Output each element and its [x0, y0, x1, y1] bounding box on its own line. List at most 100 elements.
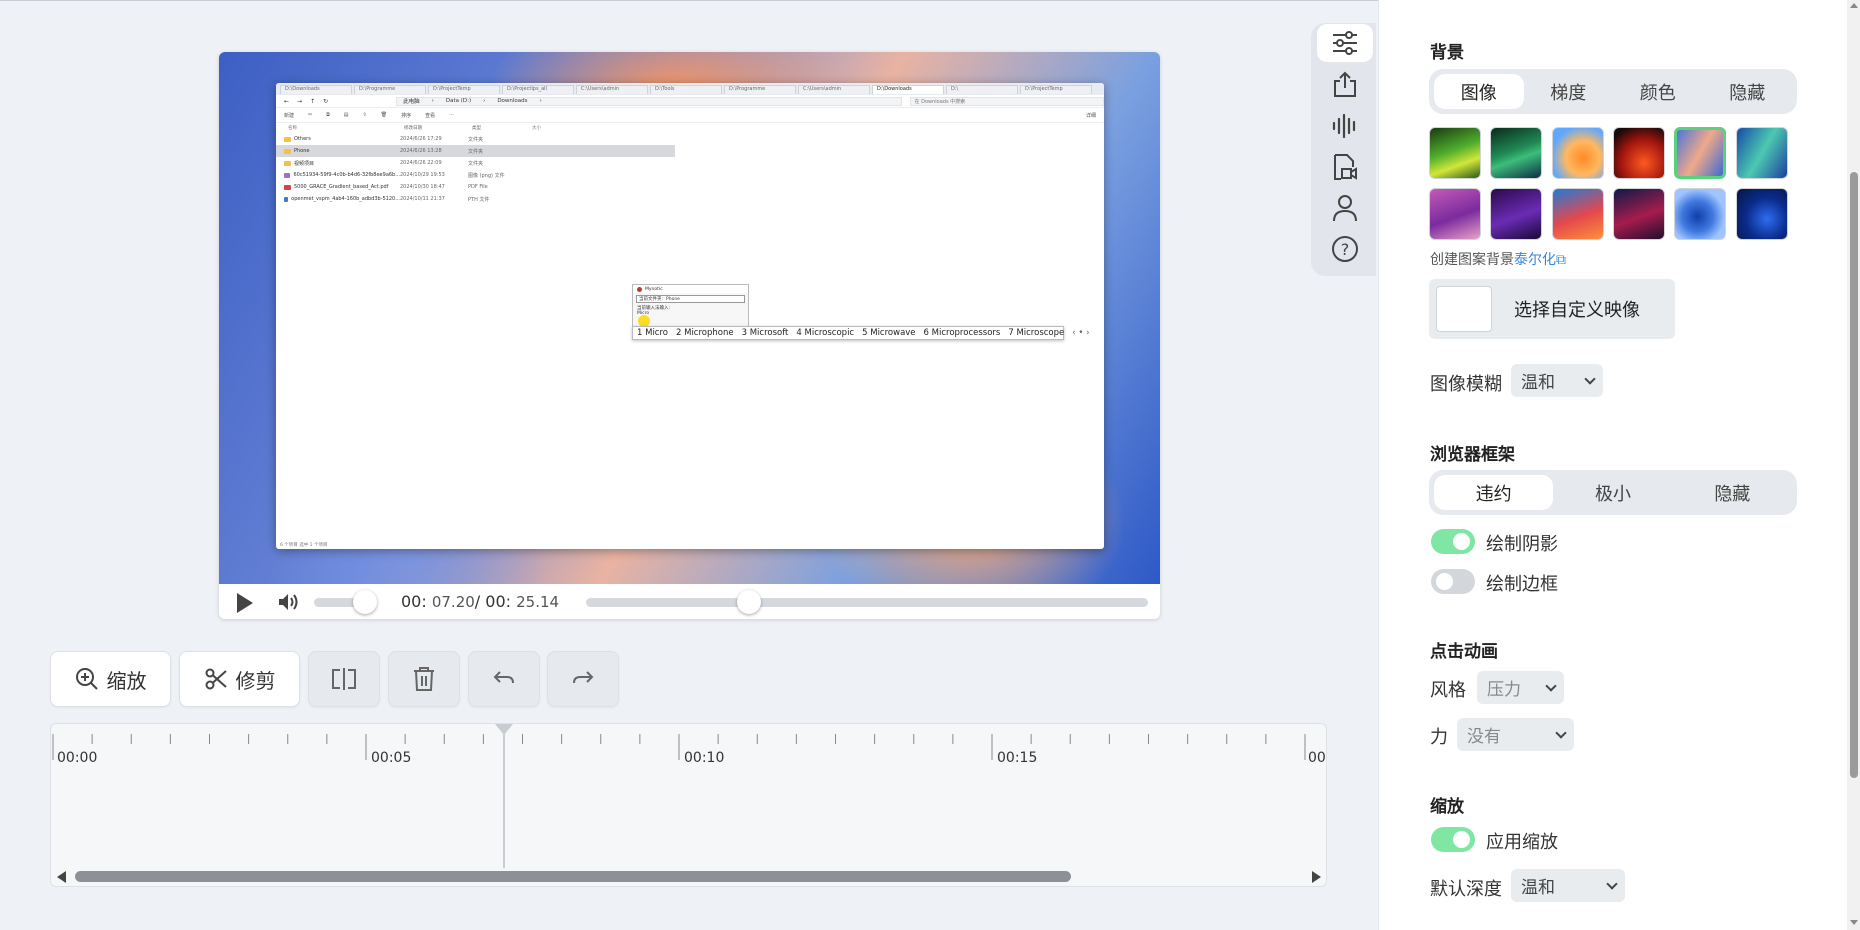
screenshot-new: 新建 — [284, 112, 295, 119]
file-row: 视频项目 2024/6/26 22:09 文件夹 — [276, 157, 1104, 169]
screenshot-tab: D:\Tools — [650, 84, 722, 94]
draw-border-toggle[interactable] — [1431, 569, 1475, 594]
video-preview: D:\Downloads D:\Programme D:\ProjectTemp… — [219, 52, 1160, 619]
pattern-background-link[interactable]: 泰尔化 — [1514, 252, 1556, 268]
export-icon[interactable] — [1317, 66, 1373, 104]
timeline-label: 00: — [1308, 750, 1326, 766]
screenshot-tab: C:\Users\admin — [798, 84, 870, 94]
undo-icon — [493, 671, 514, 684]
choose-custom-image-button[interactable]: 选择自定义映像 — [1429, 279, 1675, 339]
suggestion-item: 7 Microscope — [1008, 328, 1065, 338]
suggestion-item: 6 Microprocessors — [923, 328, 1001, 338]
trim-button[interactable]: 修剪 — [179, 651, 300, 707]
toggle-knob — [1453, 533, 1470, 550]
suggestion-item: 2 Microphone — [676, 328, 734, 338]
volume-slider-handle[interactable] — [353, 590, 377, 614]
screenshot-sort: 排序 — [401, 112, 412, 119]
background-tab-image[interactable]: 图像 — [1434, 74, 1524, 109]
screenshot-tab: D:\ProjectIps_all — [502, 84, 574, 94]
play-icon[interactable] — [237, 593, 253, 613]
wallpaper-thumbnail[interactable] — [1490, 188, 1542, 240]
default-depth-label: 默认深度 — [1430, 879, 1502, 900]
wallpaper-thumbnail[interactable] — [1552, 188, 1604, 240]
toggle-knob — [1453, 831, 1470, 848]
paste-icon: ▤ — [343, 112, 349, 118]
scroll-left-icon[interactable] — [57, 871, 66, 883]
screenshot-tab: D:\ — [946, 84, 1018, 94]
frame-tab-default[interactable]: 违约 — [1434, 475, 1554, 510]
panel-scrollbar-thumb[interactable] — [1850, 172, 1858, 778]
image-blur-value: 温和 — [1521, 373, 1555, 393]
cut-icon: ✂ — [308, 112, 313, 118]
click-style-select[interactable]: 压力 — [1477, 671, 1564, 704]
playhead-line[interactable] — [502, 726, 505, 868]
scroll-right-icon[interactable] — [1312, 871, 1321, 883]
forward-icon: → — [297, 97, 303, 105]
file-name: openmet_vspm_4ab4-160b_adbd3b-5120... — [291, 196, 400, 202]
timeline-label: 00:15 — [997, 750, 1038, 766]
suggestion-item: 3 Microsoft — [741, 328, 789, 338]
back-icon: ← — [284, 97, 290, 105]
screenshot-tab-bar: D:\Downloads D:\Programme D:\ProjectTemp… — [276, 83, 1104, 95]
panel-scrollbar[interactable] — [1847, 0, 1860, 930]
frame-tab-hide[interactable]: 隐藏 — [1673, 475, 1792, 510]
background-tab-hide[interactable]: 隐藏 — [1703, 74, 1793, 109]
wallpaper-thumbnail[interactable] — [1429, 188, 1481, 240]
wallpaper-thumbnail[interactable] — [1736, 188, 1788, 240]
sliders-icon[interactable] — [1317, 24, 1373, 62]
trash-icon — [414, 667, 434, 691]
seek-bar-track[interactable] — [586, 598, 1148, 607]
frame-tab-minimal[interactable]: 极小 — [1553, 475, 1672, 510]
zoom-button[interactable]: 缩放 — [50, 651, 171, 707]
wallpaper-thumbnail[interactable] — [1490, 127, 1542, 179]
pattern-background-row: 创建图案背景泰尔化⧉ — [1430, 249, 1566, 269]
suggestion-nav-icon: ‹ • › — [1072, 328, 1090, 338]
scroll-down-icon[interactable] — [1850, 920, 1858, 925]
wallpaper-thumbnail[interactable] — [1613, 188, 1665, 240]
background-type-segment: 图像 梯度 颜色 隐藏 — [1429, 69, 1797, 114]
click-animation-section-title: 点击动画 — [1430, 642, 1498, 662]
default-depth-select[interactable]: 温和 — [1511, 869, 1625, 902]
video-file-icon[interactable] — [1317, 148, 1373, 186]
wallpaper-thumbnail[interactable] — [1429, 127, 1481, 179]
help-icon[interactable]: ? — [1317, 230, 1373, 268]
suggestion-item: 1 Micro — [637, 328, 668, 338]
wallpaper-thumbnail[interactable] — [1613, 127, 1665, 179]
current-time-seconds: 07.20 — [431, 593, 475, 611]
user-icon[interactable] — [1317, 189, 1373, 227]
timeline[interactable]: 00:00 00:05 00:10 00:15 00: — [50, 723, 1327, 887]
folder-icon — [284, 136, 291, 142]
image-blur-select[interactable]: 温和 — [1511, 364, 1603, 397]
chevron-down-icon — [1606, 878, 1618, 890]
timeline-scrollbar[interactable] — [75, 871, 1071, 882]
wallpaper-thumbnail-selected[interactable] — [1674, 127, 1726, 179]
screenshot-toolbar: 新建 ✂ ⧉ ▤ ⇪ 🗑 排序 查看 ··· 详细 — [276, 108, 1104, 123]
apply-zoom-toggle[interactable] — [1431, 827, 1475, 852]
draw-shadow-toggle[interactable] — [1431, 529, 1475, 554]
wallpaper-thumbnail[interactable] — [1736, 127, 1788, 179]
undo-button[interactable] — [468, 651, 540, 707]
redo-button[interactable] — [547, 651, 619, 707]
wallpaper-thumbnail[interactable] — [1552, 127, 1604, 179]
column-type: 类型 — [472, 126, 481, 131]
seek-bar-handle[interactable] — [736, 590, 761, 614]
file-date: 2024/10/29 19:53 — [400, 172, 445, 178]
background-tab-gradient[interactable]: 梯度 — [1524, 74, 1614, 109]
split-button[interactable] — [308, 651, 380, 707]
external-link-icon[interactable]: ⧉ — [1556, 252, 1566, 268]
volume-icon[interactable] — [277, 592, 299, 612]
custom-image-preview — [1436, 286, 1492, 332]
background-tab-color[interactable]: 颜色 — [1613, 74, 1703, 109]
python-file-icon — [284, 196, 289, 202]
wallpaper-thumbnail[interactable] — [1674, 188, 1726, 240]
mini-field-label: 当前文件夹： — [639, 297, 666, 302]
audio-wave-icon[interactable] — [1317, 107, 1373, 145]
scroll-up-icon[interactable] — [1850, 3, 1858, 8]
click-force-select[interactable]: 没有 — [1457, 718, 1574, 751]
path-segment: Data (D:) — [445, 98, 472, 104]
delete-button[interactable] — [388, 651, 460, 707]
screenshot-view: 查看 — [425, 112, 436, 119]
file-name: 60c51934-59f9-4c0b-b4d6-32fb8ee9a6b... — [293, 172, 400, 178]
screenshot-tab: D:\Programme — [354, 84, 426, 94]
file-type: PDF File — [468, 184, 488, 190]
